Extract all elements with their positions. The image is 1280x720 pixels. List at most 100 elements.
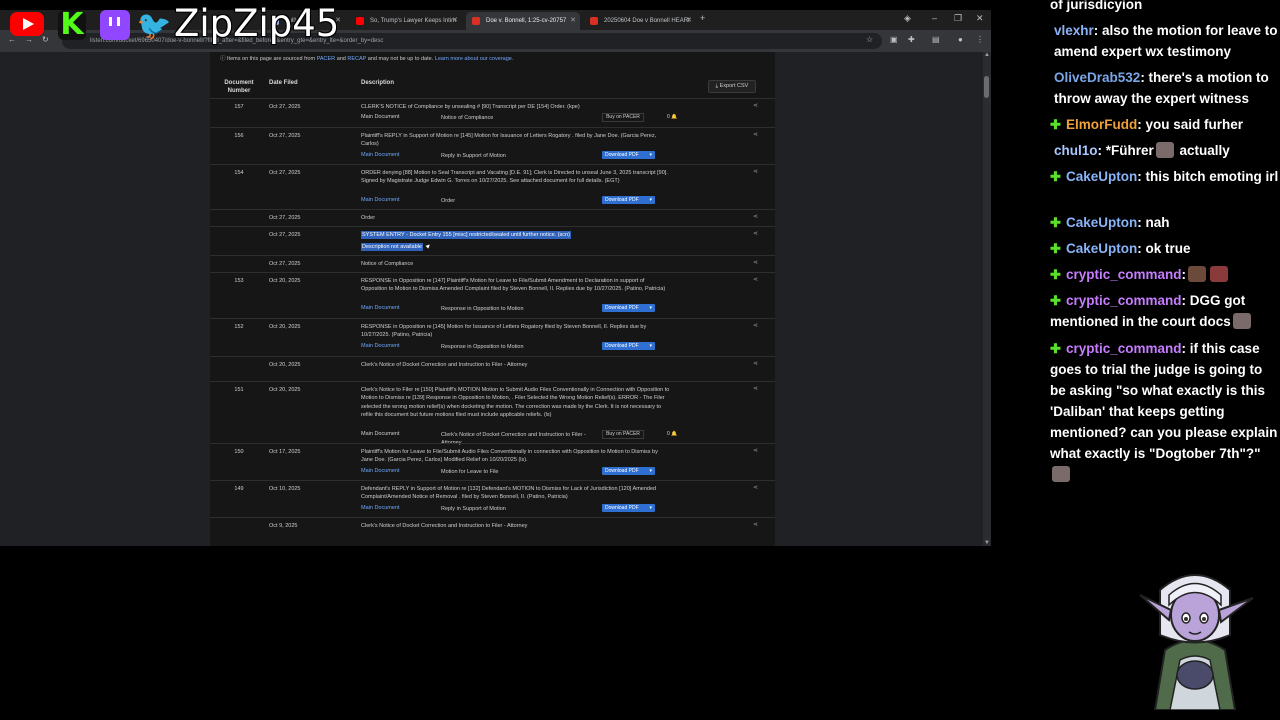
maximize-icon[interactable]: ❐ (954, 13, 962, 24)
tab-search-icon[interactable]: ◈ (904, 13, 911, 24)
bookmark-star-icon[interactable]: ☆ (866, 35, 873, 44)
chat-username[interactable]: ElmorFudd (1066, 117, 1137, 132)
download-pdf-button[interactable]: Download PDF ▾ (602, 467, 655, 476)
main-document-link[interactable]: Main Document (361, 468, 400, 474)
chat-message: ✚ cryptic_command: (1050, 264, 1280, 285)
download-label: Download PDF (605, 468, 639, 475)
alert-count[interactable]: 0 🔔 (667, 114, 677, 120)
share-icon[interactable]: ⋖ (753, 213, 758, 220)
scrollbar[interactable]: ▲ ▼ (983, 52, 991, 546)
minimize-icon[interactable]: – (932, 13, 937, 23)
share-icon[interactable]: ⋖ (753, 259, 758, 266)
tab-4[interactable]: 20250604 Doe v Bonnell HEARI ✕ (584, 12, 696, 30)
chat-username[interactable]: cryptic_command (1066, 267, 1182, 282)
main-document-link: Main Document (361, 430, 400, 437)
main-document-link[interactable]: Main Document (361, 343, 400, 349)
scroll-down-icon[interactable]: ▼ (984, 540, 990, 546)
entry-date: Oct 17, 2025 (269, 449, 301, 455)
chat-message: ✚ CakeUpton: this bitch emoting irl (1050, 166, 1280, 187)
close-window-icon[interactable]: ✕ (976, 13, 984, 24)
chat-emote-icon (1210, 266, 1229, 282)
chat-message: ✚ cryptic_command: if this case goes to t… (1050, 338, 1280, 485)
chat-text: : you said furher (1137, 117, 1244, 132)
chat-emote-icon (1052, 466, 1070, 482)
main-document-link[interactable]: Main Document (361, 197, 400, 203)
caret-down-icon: ▾ (649, 505, 652, 512)
chat-text: : nah (1137, 215, 1170, 230)
caret-down-icon: ▾ (649, 343, 652, 350)
share-icon[interactable]: ⋖ (753, 131, 758, 138)
extensions-puzzle-icon[interactable]: ✚ (908, 35, 915, 44)
scrollbar-thumb[interactable] (984, 76, 989, 98)
entry-number: 154 (234, 170, 244, 176)
share-icon[interactable]: ⋖ (753, 168, 758, 175)
chat-text: : (1181, 267, 1187, 282)
entry-date: Oct 10, 2025 (269, 486, 301, 492)
chat-username[interactable]: OliveDrab532 (1054, 70, 1140, 85)
chat-message: ✚ cryptic_command: DGG got mentioned in t… (1050, 290, 1280, 332)
subscriber-badge-icon: ✚ (1050, 215, 1061, 230)
chat-message: vlexhr: also the motion for leave to ame… (1050, 20, 1280, 62)
subscriber-badge-icon: ✚ (1050, 341, 1061, 356)
chat-username[interactable]: cryptic_command (1066, 341, 1182, 356)
pdf-favicon (590, 17, 598, 25)
subscriber-badge-icon: ✚ (1050, 267, 1061, 282)
caret-down-icon: ▾ (649, 468, 652, 475)
recap-link[interactable]: RECAP (347, 56, 366, 62)
chat-username[interactable]: CakeUpton (1066, 241, 1137, 256)
chat-username[interactable]: CakeUpton (1066, 215, 1137, 230)
close-icon[interactable]: ✕ (452, 12, 458, 30)
chat-username[interactable]: cryptic_command (1066, 293, 1182, 308)
buy-on-pacer-button[interactable]: Buy on PACER (602, 429, 644, 439)
close-icon[interactable]: ✕ (570, 12, 576, 30)
column-header-number: Document Number (224, 80, 254, 94)
chat-text: : this bitch emoting irl (1137, 169, 1279, 184)
download-pdf-button[interactable]: Download PDF ▾ (602, 304, 655, 313)
entry-description: Clerk's Notice of Docket Correction and … (361, 362, 528, 368)
new-tab-button[interactable]: + (700, 13, 705, 23)
extension-icon[interactable]: ▣ (890, 35, 898, 44)
entry-description: Clerk's Notice of Docket Correction and … (361, 523, 528, 529)
share-icon[interactable]: ⋖ (753, 385, 758, 392)
alert-count[interactable]: 0 🔔 (667, 431, 677, 437)
download-pdf-button[interactable]: Download PDF ▾ (602, 504, 655, 513)
share-icon[interactable]: ⋖ (753, 521, 758, 528)
caret-down-icon: ▾ (649, 305, 652, 312)
share-icon[interactable]: ⋖ (753, 322, 758, 329)
sidebar-icon[interactable]: ▤ (932, 35, 940, 44)
main-document-link[interactable]: Main Document (361, 305, 400, 311)
bell-icon: 🔔 (669, 114, 678, 121)
download-label: Download PDF (605, 152, 639, 159)
entry-number: 157 (234, 104, 244, 110)
export-csv-button[interactable]: ⤓ Export CSV (708, 80, 756, 93)
chat-username[interactable]: vlexhr (1054, 23, 1094, 38)
share-icon[interactable]: ⋖ (753, 230, 758, 237)
download-pdf-button[interactable]: Download PDF ▾ (602, 196, 655, 205)
chat-username[interactable]: chul1o (1054, 143, 1098, 158)
share-icon[interactable]: ⋖ (753, 276, 758, 283)
profile-icon[interactable]: ● (958, 35, 963, 44)
menu-kebab-icon[interactable]: ⋮ (976, 35, 984, 44)
download-pdf-button[interactable]: Download PDF ▾ (602, 151, 655, 160)
caret-down-icon: ▾ (649, 152, 652, 159)
main-document-link[interactable]: Main Document (361, 152, 400, 158)
bell-icon: 🔔 (669, 430, 678, 437)
buy-on-pacer-button[interactable]: Buy on PACER (602, 113, 644, 123)
main-document-link[interactable]: Main Document (361, 505, 400, 511)
chat-username[interactable]: CakeUpton (1066, 169, 1137, 184)
learn-more-link[interactable]: Learn more about our coverage. (435, 56, 514, 62)
document-type: Response in Opposition to Motion (441, 305, 524, 312)
scroll-up-icon[interactable]: ▲ (984, 52, 990, 58)
share-icon[interactable]: ⋖ (753, 102, 758, 109)
stream-overlay: K 🐦 ZipZip45 (0, 0, 400, 50)
pacer-link[interactable]: PACER (317, 56, 336, 62)
download-pdf-button[interactable]: Download PDF ▾ (602, 342, 655, 351)
entry-date: Oct 20, 2025 (269, 387, 301, 393)
close-icon[interactable]: ✕ (686, 12, 692, 30)
tab-3[interactable]: Doe v. Bonnell, 1:25-cv-20757 ✕ (466, 12, 580, 30)
share-icon[interactable]: ⋖ (753, 447, 758, 454)
download-label: Download PDF (605, 343, 639, 350)
share-icon[interactable]: ⋖ (753, 484, 758, 491)
vtuber-avatar (1139, 574, 1254, 710)
share-icon[interactable]: ⋖ (753, 360, 758, 367)
